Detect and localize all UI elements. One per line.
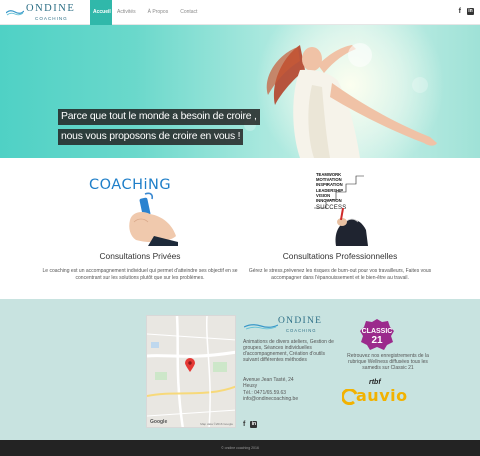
wave-mark-icon (244, 324, 278, 330)
rtbf-label: rtbf (369, 379, 381, 386)
auvio-word: auvio (356, 386, 408, 405)
copyright-text: © ondine coaching 2016 (221, 446, 259, 450)
hand-with-marker-icon (129, 192, 178, 246)
map-google-logo: Google (150, 419, 168, 425)
nav-item-accueil[interactable]: Accueil (90, 0, 112, 25)
contact-address: Avenue Jean Tasté, 24 Heusy Tél.: 0471/6… (243, 377, 333, 402)
location-map[interactable]: Google Map data ©2016 Google (146, 315, 236, 428)
svg-text:21: 21 (371, 335, 383, 346)
man-writing-icon (335, 207, 368, 246)
hero-caption: Parce que tout le monde a besoin de croi… (58, 106, 276, 146)
hero-caption-line-2: nous vous proposons de croire en vous ! (58, 129, 244, 145)
map-attribution: Map data ©2016 Google (200, 422, 233, 426)
social-links-top: f in (459, 8, 474, 16)
activities-description: Animations de divers ateliers, Gestion d… (243, 339, 334, 363)
map-streets (147, 316, 235, 427)
coaching-image[interactable]: COACHiNG (30, 158, 250, 246)
hero-banner: Parce que tout le monde a besoin de croi… (0, 25, 480, 158)
hero-caption-line-1: Parce que tout le monde a besoin de croi… (58, 109, 260, 125)
brand-name: ONDINE (26, 3, 76, 14)
brand-tagline: COACHING (35, 16, 68, 21)
info-section: Google Map data ©2016 Google ONDINE COAC… (0, 299, 480, 440)
nav-item-contact[interactable]: Contact (174, 0, 203, 25)
wave-mark-icon (6, 10, 24, 16)
classic21-logo-icon[interactable]: CLASSIC 21 (360, 318, 394, 350)
services-section: COACHiNG Consultations Privées Le coachi… (0, 158, 480, 299)
service-professional: TEAMWORK MOTIVATION INSPIRATION LEADERSH… (230, 158, 450, 282)
service-private-title: Consultations Privées (99, 251, 181, 261)
linkedin-icon[interactable]: in (467, 8, 474, 15)
copyright-bar: © ondine coaching 2016 (0, 440, 480, 456)
nav-item-a-propos[interactable]: À Propos (142, 0, 175, 25)
main-nav: Accueil Activités À Propos Contact (90, 0, 203, 25)
teamwork-image[interactable]: TEAMWORK MOTIVATION INSPIRATION LEADERSH… (230, 158, 450, 246)
rtbf-auvio-logo[interactable]: rtbf auvio (340, 379, 422, 413)
social-links-bottom: f in (243, 421, 258, 429)
service-pro-title: Consultations Professionnelles (282, 251, 398, 261)
brand-logo[interactable]: ONDINE COACHING (6, 2, 84, 24)
nav-item-activites[interactable]: Activités (112, 0, 142, 25)
address-email[interactable]: info@ondinecoaching.be (243, 396, 333, 402)
service-private-desc: Le coaching est un accompagnement indivi… (42, 268, 238, 281)
service-private: COACHiNG Consultations Privées Le coachi… (30, 158, 250, 282)
footer-logo: ONDINE COACHING (244, 316, 330, 336)
top-navbar: ONDINE COACHING Accueil Activités À Prop… (0, 0, 480, 25)
footer-brand-tagline: COACHING (286, 328, 317, 333)
facebook-icon[interactable]: f (243, 421, 245, 429)
classic21-description: Retrouvez nos enregistrements de la rubr… (347, 353, 429, 371)
facebook-icon[interactable]: f (459, 8, 461, 16)
linkedin-icon[interactable]: in (250, 421, 258, 428)
footer-brand-name: ONDINE (278, 316, 323, 326)
service-pro-desc: Gérez le stress,prévenez les risques de … (248, 268, 432, 281)
map-pin-icon[interactable] (185, 358, 195, 372)
svg-text:CLASSIC: CLASSIC (362, 328, 393, 335)
